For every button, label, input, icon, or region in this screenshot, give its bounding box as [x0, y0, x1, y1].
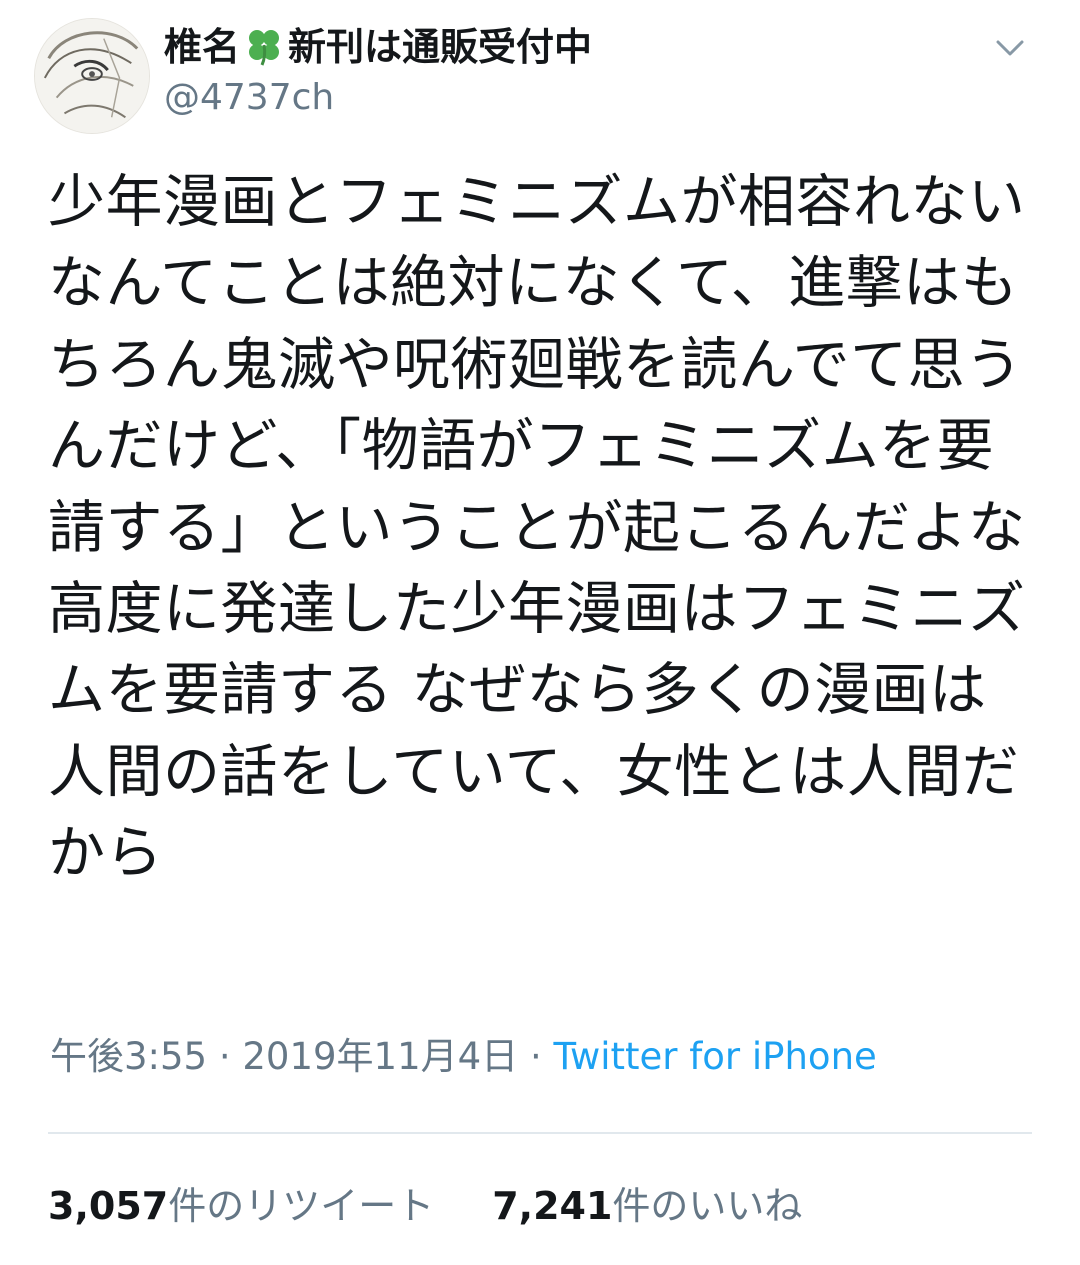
meta-separator: · — [529, 1035, 542, 1078]
tweet-source-link[interactable]: Twitter for iPhone — [553, 1035, 876, 1078]
divider — [48, 1132, 1032, 1134]
four-leaf-clover-icon — [242, 26, 286, 66]
tweet-meta: 午後3:55 · 2019年11月4日 · Twitter for iPhone — [50, 1032, 877, 1082]
display-name-prefix: 椎名 — [164, 25, 241, 69]
meta-separator: · — [218, 1035, 231, 1078]
avatar-illustration — [35, 19, 149, 133]
chevron-down-icon[interactable] — [990, 28, 1030, 68]
tweet-time[interactable]: 午後3:55 — [50, 1035, 207, 1078]
retweets-stat[interactable]: 3,057件のリツイート — [48, 1180, 434, 1232]
tweet-date[interactable]: 2019年11月4日 — [242, 1035, 518, 1078]
avatar[interactable] — [34, 18, 150, 134]
tweet-text: 少年漫画とフェミニズムが相容れないなんてことは絶対になくて、進撃はもちろん鬼滅や… — [48, 169, 1026, 887]
likes-count: 7,241 — [492, 1184, 613, 1228]
user-names: 椎名 新刊は通販受付中 @4737ch — [164, 22, 592, 124]
tweet-stats: 3,057件のリツイート 7,241件のいいね — [48, 1180, 802, 1232]
retweets-count: 3,057 — [48, 1184, 169, 1228]
likes-label: 件のいいね — [612, 1184, 803, 1228]
display-name[interactable]: 椎名 新刊は通販受付中 — [164, 22, 592, 72]
retweets-label: 件のリツイート — [168, 1184, 435, 1228]
tweet-header: 椎名 新刊は通販受付中 @4737ch — [34, 18, 1044, 136]
likes-stat[interactable]: 7,241件のいいね — [492, 1180, 802, 1232]
user-handle[interactable]: @4737ch — [164, 72, 592, 124]
display-name-suffix: 新刊は通販受付中 — [288, 25, 593, 69]
tweet-detail: 椎名 新刊は通販受付中 @4737ch 少年漫画とフェミニズムが相容れないなんて — [0, 0, 1080, 1265]
